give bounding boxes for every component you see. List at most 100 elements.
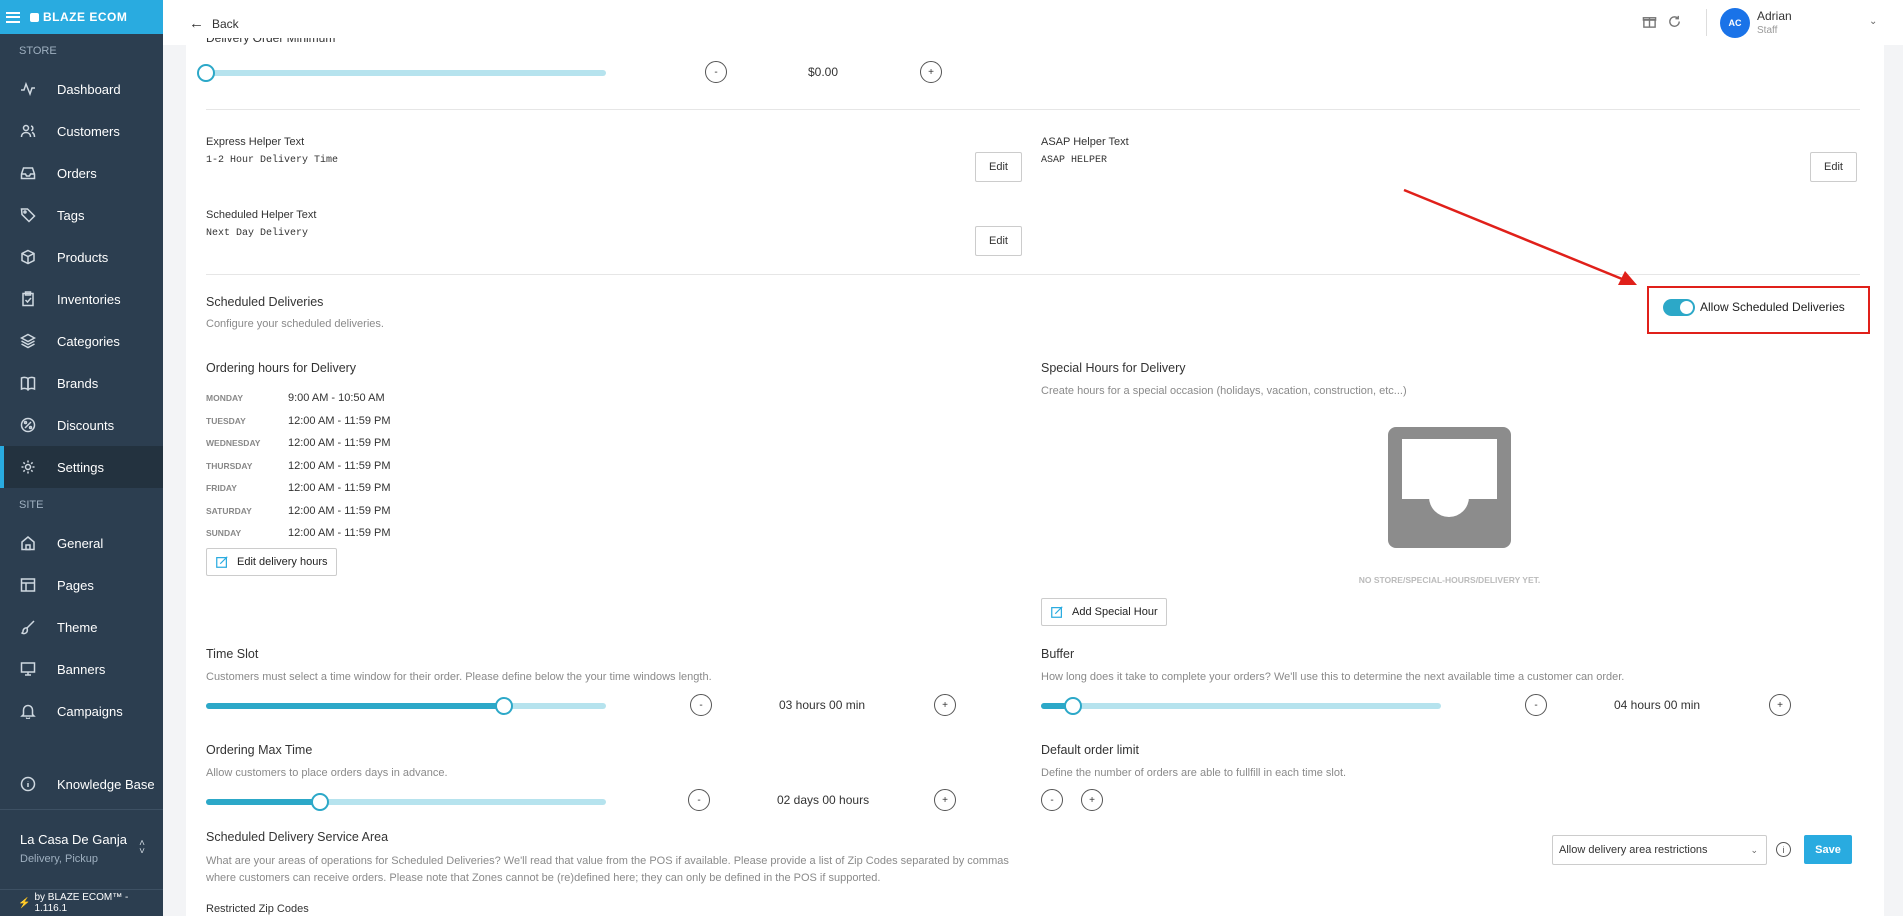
sidebar-item-products[interactable]: Products xyxy=(0,236,163,278)
time-slot-slider[interactable] xyxy=(206,697,606,715)
save-button[interactable]: Save xyxy=(1804,835,1852,864)
scheduled-deliveries-subtitle: Configure your scheduled deliveries. xyxy=(206,318,384,330)
add-special-hour-button[interactable]: Add Special Hour xyxy=(1041,598,1167,626)
top-header: ← Back AC Adrian Staff ⌄ xyxy=(163,0,1903,45)
time-slot-increment[interactable]: + xyxy=(934,694,956,716)
sidebar-item-label: Categories xyxy=(57,333,120,349)
sidebar-item-categories[interactable]: Categories xyxy=(0,320,163,362)
arrow-left-icon: ← xyxy=(189,15,204,32)
sidebar-item-tags[interactable]: Tags xyxy=(0,194,163,236)
empty-inbox-icon xyxy=(1388,427,1511,548)
express-helper-edit-button[interactable]: Edit xyxy=(975,152,1022,182)
store-switcher[interactable]: La Casa De Ganja Delivery, Pickup ˄ ˅ xyxy=(0,809,163,889)
sidebar-item-label: Banners xyxy=(57,661,106,677)
avatar[interactable]: AC xyxy=(1720,8,1750,38)
day-label: SATURDAY xyxy=(206,505,252,516)
buffer-increment[interactable]: + xyxy=(1769,694,1791,716)
slider-handle[interactable] xyxy=(495,697,513,715)
sidebar-item-customers[interactable]: Customers xyxy=(0,110,163,152)
delivery-min-slider[interactable] xyxy=(197,64,606,82)
chevron-down-icon[interactable]: ⌄ xyxy=(1869,16,1877,27)
order-limit-title: Default order limit xyxy=(1041,743,1139,757)
slider-handle[interactable] xyxy=(197,64,215,82)
sidebar-item-label: General xyxy=(57,535,104,551)
sidebar-item-settings[interactable]: Settings xyxy=(0,446,163,488)
bolt-icon: ⚡ xyxy=(18,897,31,909)
scheduled-deliveries-title: Scheduled Deliveries xyxy=(206,295,324,309)
day-hours: 12:00 AM - 11:59 PM xyxy=(288,414,391,427)
time-slot-decrement[interactable]: - xyxy=(690,694,712,716)
special-hours-subtitle: Create hours for a special occasion (hol… xyxy=(1041,385,1407,397)
edit-delivery-hours-button[interactable]: Edit delivery hours xyxy=(206,548,337,576)
sidebar-item-label: Orders xyxy=(57,165,97,181)
buffer-decrement[interactable]: - xyxy=(1525,694,1547,716)
tag-icon xyxy=(20,207,36,223)
scheduled-helper-label: Scheduled Helper Text xyxy=(206,209,317,221)
inbox-icon xyxy=(20,165,36,181)
max-time-slider[interactable] xyxy=(206,793,606,811)
delivery-area-select[interactable]: Allow delivery area restrictions ⌄ xyxy=(1552,835,1767,865)
order-limit-subtitle: Define the number of orders are able to … xyxy=(1041,767,1347,779)
refresh-icon[interactable] xyxy=(1667,14,1682,32)
user-name[interactable]: Adrian xyxy=(1757,9,1792,23)
sidebar-item-banners[interactable]: Banners xyxy=(0,648,163,690)
day-hours: 9:00 AM - 10:50 AM xyxy=(288,392,385,404)
back-label: Back xyxy=(212,16,239,31)
sidebar-item-pages[interactable]: Pages xyxy=(0,564,163,606)
edit-icon xyxy=(1051,606,1063,618)
hamburger-menu-icon[interactable] xyxy=(6,11,20,23)
sidebar-item-label: Products xyxy=(57,249,109,265)
buffer-title: Buffer xyxy=(1041,647,1075,661)
buffer-slider[interactable] xyxy=(1041,697,1441,715)
annotation-arrow xyxy=(1403,188,1637,285)
slider-handle[interactable] xyxy=(311,793,329,811)
delivery-min-value: $0.00 xyxy=(808,65,839,79)
allow-scheduled-label: Allow Scheduled Deliveries xyxy=(1700,300,1845,314)
button-label: Add Special Hour xyxy=(1072,606,1158,618)
monitor-icon xyxy=(20,661,36,677)
store-section-label: STORE xyxy=(19,45,57,57)
max-time-increment[interactable]: + xyxy=(934,789,956,811)
allow-scheduled-toggle[interactable] xyxy=(1663,299,1695,316)
sidebar-item-knowledge-base[interactable]: Knowledge Base xyxy=(0,763,163,805)
day-label: TUESDAY xyxy=(206,415,246,426)
order-limit-decrement[interactable]: - xyxy=(1041,789,1063,811)
sidebar-item-brands[interactable]: Brands xyxy=(0,362,163,404)
delivery-min-label: Delivery Order Minimum xyxy=(206,38,336,45)
time-slot-title: Time Slot xyxy=(206,647,259,661)
brush-icon xyxy=(20,619,36,635)
max-time-decrement[interactable]: - xyxy=(688,789,710,811)
buffer-subtitle: How long does it take to complete your o… xyxy=(1041,671,1625,683)
asap-helper-edit-button[interactable]: Edit xyxy=(1810,152,1857,182)
sidebar-item-orders[interactable]: Orders xyxy=(0,152,163,194)
scheduled-helper-edit-button[interactable]: Edit xyxy=(975,226,1022,256)
clipboard-icon xyxy=(20,291,36,307)
gift-icon[interactable] xyxy=(1642,14,1657,32)
sidebar-item-campaigns[interactable]: Campaigns xyxy=(0,690,163,732)
back-link[interactable]: ← Back xyxy=(189,15,239,32)
home-icon xyxy=(20,535,36,551)
order-limit-increment[interactable]: + xyxy=(1081,789,1103,811)
header-divider xyxy=(1706,9,1707,36)
delivery-min-decrement[interactable]: - xyxy=(705,61,727,83)
edit-icon xyxy=(216,556,228,568)
sidebar-item-theme[interactable]: Theme xyxy=(0,606,163,648)
chevron-down-icon: ⌄ xyxy=(1750,845,1758,855)
slider-handle[interactable] xyxy=(1064,697,1082,715)
bell-icon xyxy=(20,703,36,719)
sidebar-item-discounts[interactable]: Discounts xyxy=(0,404,163,446)
sidebar-item-dashboard[interactable]: Dashboard xyxy=(0,68,163,110)
version-footer: ⚡ by BLAZE ECOM™ - 1.116.1 xyxy=(0,889,163,916)
delivery-min-increment[interactable]: + xyxy=(920,61,942,83)
day-hours: 12:00 AM - 11:59 PM xyxy=(288,504,391,517)
day-hours: 12:00 AM - 11:59 PM xyxy=(288,527,391,539)
activity-icon xyxy=(20,81,36,97)
info-icon[interactable]: i xyxy=(1776,842,1791,857)
sidebar-item-inventories[interactable]: Inventories xyxy=(0,278,163,320)
book-icon xyxy=(20,375,36,391)
time-slot-value: 03 hours 00 min xyxy=(779,698,866,712)
max-time-value: 02 days 00 hours xyxy=(777,793,870,807)
sidebar-item-general[interactable]: General xyxy=(0,522,163,564)
chevron-updown-icon: ˄ ˅ xyxy=(139,838,145,857)
sidebar-item-label: Campaigns xyxy=(57,703,123,719)
